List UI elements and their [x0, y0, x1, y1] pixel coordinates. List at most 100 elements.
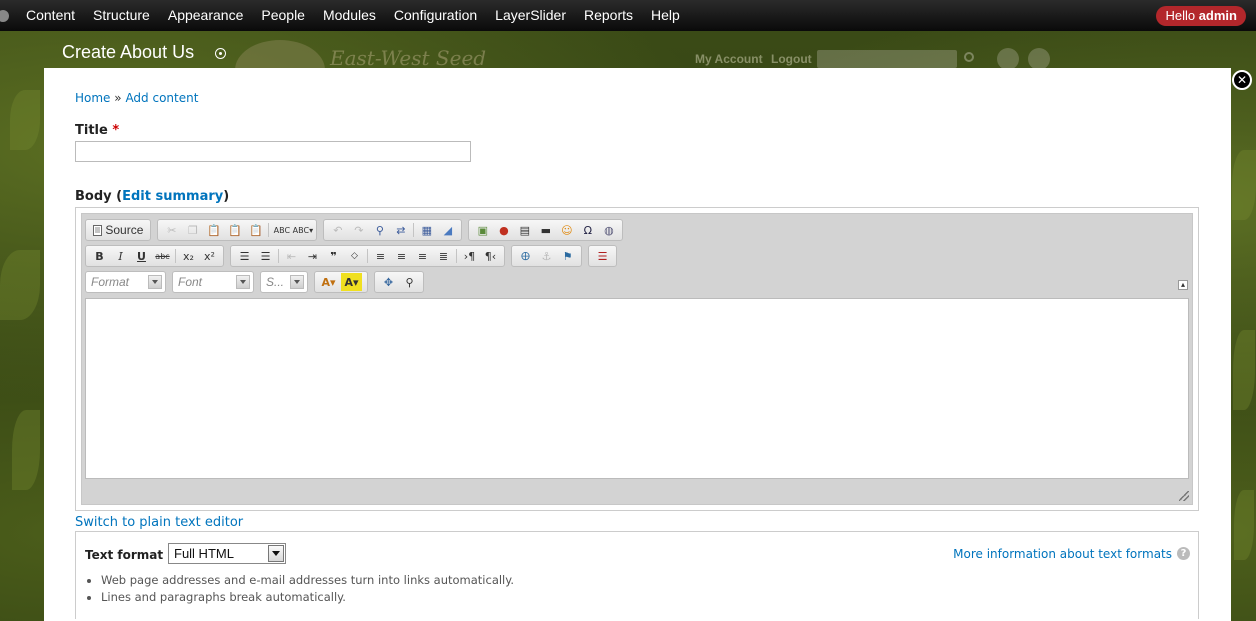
select-all-icon[interactable]: ▦: [416, 221, 437, 239]
decorative-leaf: [1233, 330, 1255, 410]
toolbar-item-configuration[interactable]: Configuration: [385, 0, 486, 31]
table-icon[interactable]: ▤: [514, 221, 535, 239]
show-blocks-icon[interactable]: ⚲: [399, 273, 420, 291]
toolbar-item-structure[interactable]: Structure: [84, 0, 159, 31]
link-icon[interactable]: 🜨: [515, 247, 536, 265]
redo-icon[interactable]: ↷: [348, 221, 369, 239]
body-editor: Source ✂ ❐ 📋 📋 📋 ABC ABC▾ ↶ ↷ ⚲ ⇄ ▦ ◢ ▣ …: [75, 207, 1199, 511]
align-center-icon[interactable]: ≡: [391, 247, 412, 265]
paragraph-group: ☰ ☰ ⇤ ⇥ ❞ ◇ ≡ ≡ ≡ ≣ ›¶ ¶‹: [230, 245, 505, 267]
scayt-icon[interactable]: ABC▾: [292, 221, 313, 239]
paste-text-icon[interactable]: 📋: [224, 221, 245, 239]
body-label-text: Body: [75, 189, 112, 204]
insert-group: ▣ ● ▤ ▬ ☺ Ω ◍: [468, 219, 624, 241]
cut-icon[interactable]: ✂: [161, 221, 182, 239]
hello-prefix: Hello: [1165, 8, 1196, 23]
smiley-icon[interactable]: ☺: [556, 221, 577, 239]
editor-content-area[interactable]: [85, 298, 1189, 479]
paste-word-icon[interactable]: 📋: [245, 221, 266, 239]
anchor-icon[interactable]: ⚑: [557, 247, 578, 265]
special-char-icon[interactable]: Ω: [577, 221, 598, 239]
numbered-list-icon[interactable]: ☰: [234, 247, 255, 265]
add-shortcut-icon[interactable]: [215, 48, 226, 59]
page-break-icon[interactable]: ☰: [592, 247, 613, 265]
div-icon[interactable]: ◇: [344, 247, 365, 265]
superscript-icon[interactable]: x²: [199, 247, 220, 265]
rtl-icon[interactable]: ¶‹: [480, 247, 501, 265]
text-format-select[interactable]: Full HTML: [168, 543, 286, 564]
toolbar-item-layerslider[interactable]: LayerSlider: [486, 0, 575, 31]
horizontal-rule-icon[interactable]: ▬: [535, 221, 556, 239]
color-group: A▾ A▾: [314, 271, 368, 293]
underline-icon[interactable]: U: [131, 247, 152, 265]
editor-toolbar-row-1: Source ✂ ❐ 📋 📋 📋 ABC ABC▾ ↶ ↷ ⚲ ⇄ ▦ ◢ ▣ …: [85, 218, 629, 242]
editor-toolbar-row-3: Format Font S... A▾ A▾ ✥ ⚲: [85, 270, 430, 294]
breadcrumb-home[interactable]: Home: [75, 91, 110, 105]
align-left-icon[interactable]: ≡: [370, 247, 391, 265]
find-icon[interactable]: ⚲: [369, 221, 390, 239]
flash-icon[interactable]: ●: [493, 221, 514, 239]
align-right-icon[interactable]: ≡: [412, 247, 433, 265]
user-greeting[interactable]: Hello admin: [1156, 6, 1246, 26]
replace-icon[interactable]: ⇄: [390, 221, 411, 239]
subscript-icon[interactable]: x₂: [178, 247, 199, 265]
admin-toolbar: Content Structure Appearance People Modu…: [0, 0, 1256, 31]
overlay-content: Home » Add content Title * Body (Edit su…: [44, 68, 1231, 621]
indent-icon[interactable]: ⇥: [302, 247, 323, 265]
decorative-leaf: [1234, 490, 1254, 560]
maximize-icon[interactable]: ✥: [378, 273, 399, 291]
decorative-leaf: [0, 250, 40, 320]
size-combo[interactable]: S...: [260, 271, 308, 293]
paste-icon[interactable]: 📋: [203, 221, 224, 239]
collapse-toolbar-icon[interactable]: ▴: [1178, 280, 1188, 290]
toolbar-item-reports[interactable]: Reports: [575, 0, 642, 31]
edit-summary-link[interactable]: Edit summary: [122, 189, 223, 204]
toolbar-separator: [278, 249, 279, 263]
justify-icon[interactable]: ≣: [433, 247, 454, 265]
bg-color-icon[interactable]: A▾: [341, 273, 362, 291]
undo-icon[interactable]: ↶: [327, 221, 348, 239]
home-icon[interactable]: [0, 9, 9, 22]
close-overlay-icon[interactable]: ✕: [1232, 70, 1252, 90]
outdent-icon[interactable]: ⇤: [281, 247, 302, 265]
text-format-label: Text format: [85, 548, 164, 562]
blockquote-icon[interactable]: ❞: [323, 247, 344, 265]
title-input[interactable]: [75, 141, 471, 162]
unlink-icon[interactable]: ⚓: [536, 247, 557, 265]
italic-icon[interactable]: I: [110, 247, 131, 265]
text-format-fieldset: Text format Full HTML More information a…: [75, 531, 1199, 619]
spellcheck-icon[interactable]: ABC: [271, 221, 292, 239]
toolbar-item-content[interactable]: Content: [17, 0, 84, 31]
toolbar-item-people[interactable]: People: [252, 0, 314, 31]
breadcrumb-add-content[interactable]: Add content: [125, 91, 198, 105]
toolbar-item-modules[interactable]: Modules: [314, 0, 385, 31]
switch-plain-text-link[interactable]: Switch to plain text editor: [75, 515, 243, 530]
format-combo[interactable]: Format: [85, 271, 166, 293]
chevron-down-icon: [236, 275, 250, 289]
source-group: Source: [85, 219, 152, 241]
text-color-icon[interactable]: A▾: [318, 273, 339, 291]
ltr-icon[interactable]: ›¶: [459, 247, 480, 265]
image-icon[interactable]: ▣: [472, 221, 493, 239]
facebook-icon: [1028, 48, 1050, 70]
text-format-info-link[interactable]: More information about text formats: [953, 547, 1172, 561]
decorative-leaf: [10, 90, 40, 150]
toolbar-item-appearance[interactable]: Appearance: [159, 0, 253, 31]
source-button[interactable]: Source: [89, 221, 147, 239]
font-combo[interactable]: Font: [172, 271, 254, 293]
toolbar-separator: [175, 249, 176, 263]
my-account-link: My Account: [695, 52, 763, 66]
site-search-input: [817, 50, 957, 68]
copy-icon[interactable]: ❐: [182, 221, 203, 239]
text-format-selected: Full HTML: [174, 546, 234, 561]
strike-icon[interactable]: abc: [152, 247, 173, 265]
toolbar-item-help[interactable]: Help: [642, 0, 689, 31]
help-icon[interactable]: ?: [1177, 547, 1190, 560]
bold-icon[interactable]: B: [89, 247, 110, 265]
remove-format-icon[interactable]: ◢: [437, 221, 458, 239]
toolbar-separator: [268, 223, 270, 237]
resize-handle-icon[interactable]: [1179, 491, 1189, 501]
bulleted-list-icon[interactable]: ☰: [255, 247, 276, 265]
iframe-icon[interactable]: ◍: [598, 221, 619, 239]
edit-group: ↶ ↷ ⚲ ⇄ ▦ ◢: [323, 219, 463, 241]
